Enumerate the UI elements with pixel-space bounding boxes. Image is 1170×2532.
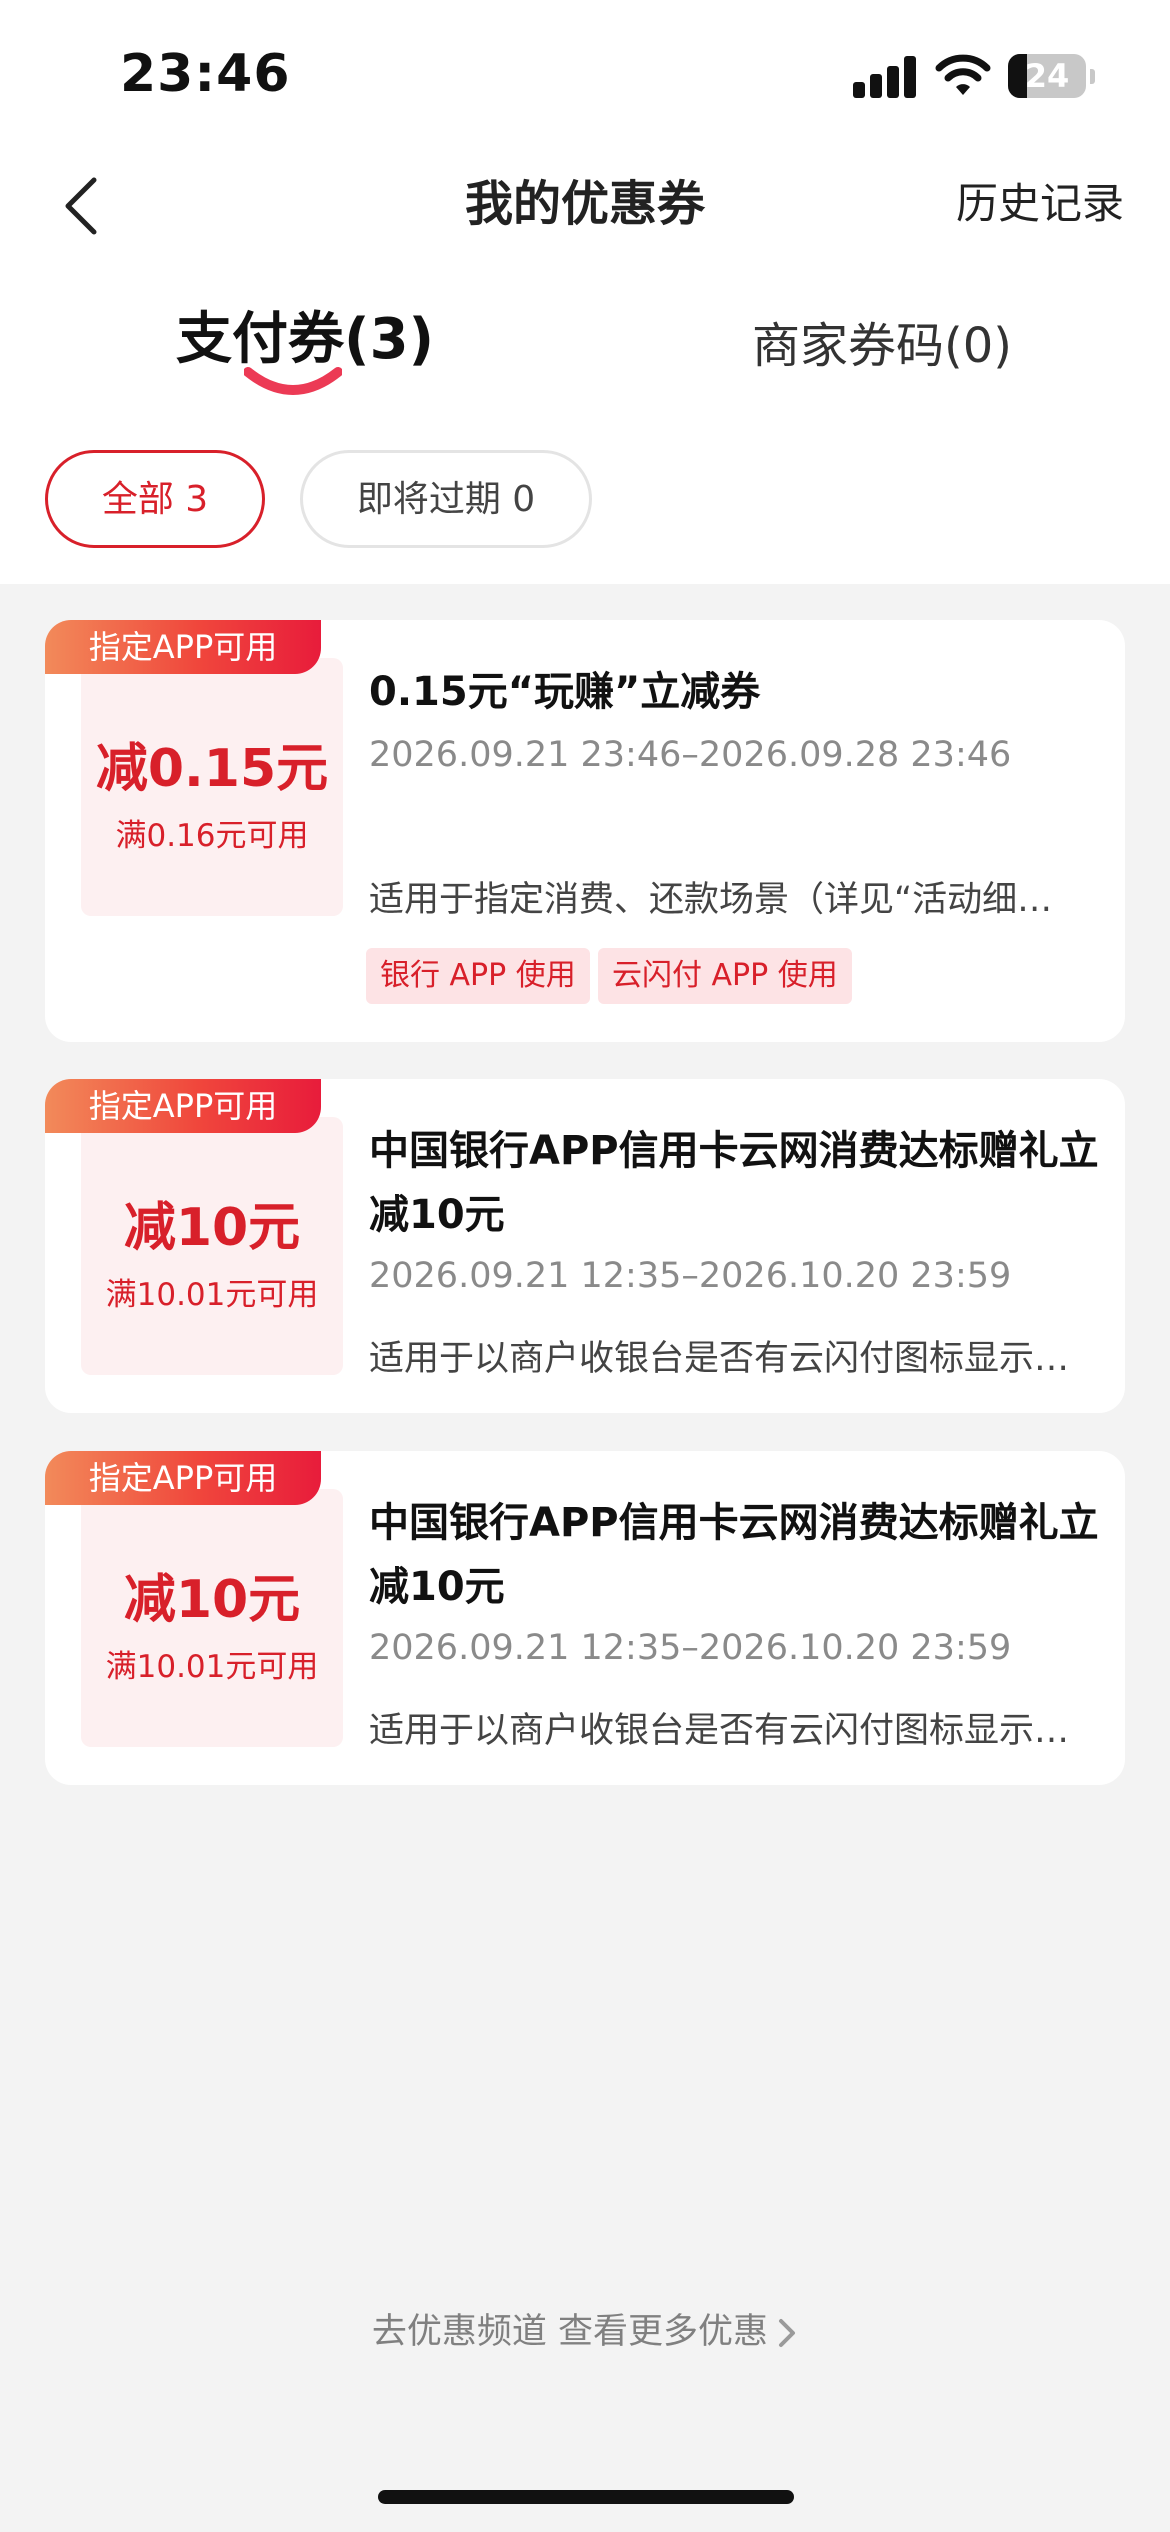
active-tab-indicator <box>244 367 342 395</box>
coupon-threshold: 满0.16元可用 <box>115 818 309 854</box>
status-time: 23:46 <box>120 44 291 104</box>
chevron-left-icon <box>65 177 97 235</box>
battery-cap <box>1090 69 1095 84</box>
coupon-badge: 指定APP可用 <box>45 1451 321 1505</box>
coupon-value-panel: 减0.15元 满0.16元可用 <box>81 658 343 916</box>
coupon-badge: 指定APP可用 <box>45 620 321 674</box>
cellular-signal-icon <box>853 56 917 98</box>
coupon-amount: 减10元 <box>123 1198 301 1258</box>
battery-icon: 24 <box>1008 54 1086 98</box>
coupon-threshold: 满10.01元可用 <box>105 1649 319 1685</box>
coupon-card[interactable]: 指定APP可用 减0.15元 满0.16元可用 0.15元“玩赚”立减券 202… <box>45 620 1125 1042</box>
coupon-validity: 2026.09.21 12:35–2026.10.20 23:59 <box>369 1256 1012 1296</box>
more-offers-link[interactable]: 去优惠频道 查看更多优惠 <box>0 2302 1170 2362</box>
coupon-title: 0.15元“玩赚”立减券 <box>369 669 761 715</box>
filter-all[interactable]: 全部 3 <box>45 450 265 548</box>
home-indicator <box>378 2490 794 2504</box>
coupon-description: 适用于以商户收银台是否有云闪付图标显示… <box>369 1339 1070 1379</box>
coupon-title: 中国银行APP信用卡云网消费达标赠礼立减10元 <box>369 1500 1099 1610</box>
more-offers-label: 去优惠频道 查看更多优惠 <box>371 2312 769 2352</box>
filter-expiring[interactable]: 即将过期 0 <box>300 450 592 548</box>
coupon-value-panel: 减10元 满10.01元可用 <box>81 1117 343 1375</box>
coupon-badge: 指定APP可用 <box>45 1079 321 1133</box>
chevron-right-icon <box>779 2319 796 2347</box>
coupon-validity: 2026.09.21 23:46–2026.09.28 23:46 <box>369 735 1012 775</box>
battery-percent: 24 <box>1024 57 1070 95</box>
wifi-icon <box>935 52 991 98</box>
coupon-tag: 银行 APP 使用 <box>366 948 590 1004</box>
history-button[interactable]: 历史记录 <box>956 174 1124 234</box>
coupon-threshold: 满10.01元可用 <box>105 1277 319 1313</box>
coupon-description: 适用于指定消费、还款场景（详见“活动细… <box>369 880 1053 920</box>
coupon-validity: 2026.09.21 12:35–2026.10.20 23:59 <box>369 1628 1012 1668</box>
tab-merchant-codes[interactable]: 商家券码(0) <box>752 306 1012 386</box>
coupon-title: 中国银行APP信用卡云网消费达标赠礼立减10元 <box>369 1128 1099 1238</box>
coupon-amount: 减0.15元 <box>95 739 329 799</box>
coupon-value-panel: 减10元 满10.01元可用 <box>81 1489 343 1747</box>
back-button[interactable] <box>56 172 108 240</box>
coupon-card[interactable]: 指定APP可用 减10元 满10.01元可用 中国银行APP信用卡云网消费达标赠… <box>45 1451 1125 1785</box>
coupon-tag: 云闪付 APP 使用 <box>598 948 852 1004</box>
coupon-description: 适用于以商户收银台是否有云闪付图标显示… <box>369 1711 1070 1751</box>
coupon-card[interactable]: 指定APP可用 减10元 满10.01元可用 中国银行APP信用卡云网消费达标赠… <box>45 1079 1125 1413</box>
coupon-amount: 减10元 <box>123 1570 301 1630</box>
